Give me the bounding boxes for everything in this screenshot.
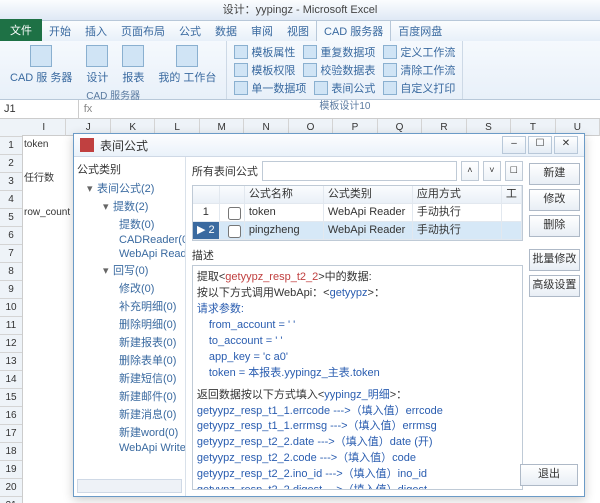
btn-check-data[interactable]: 校验数据表 — [300, 61, 378, 79]
row-checkbox[interactable] — [228, 207, 241, 220]
btn-def-workflow[interactable]: 定义工作流 — [380, 43, 458, 61]
tab-data[interactable]: 数据 — [208, 21, 244, 41]
window-title: 设计：yypingz - Microsoft Excel — [0, 0, 600, 21]
h-scrollbar[interactable] — [77, 479, 182, 493]
dialog-titlebar: 表间公式 – ☐ ✕ — [74, 134, 584, 157]
category-label: 公式类别 — [77, 161, 182, 177]
tab-file[interactable]: 文件 — [0, 19, 42, 41]
tree-node[interactable]: 新建邮件(0) — [77, 387, 182, 405]
tree-node[interactable]: WebApi Reader(2 — [77, 247, 182, 261]
grid-header: 公式名称 公式类别 应用方式 工作流 — [193, 186, 522, 204]
tree-node[interactable]: WebApi Writer(0) — [77, 441, 182, 455]
new-button[interactable]: 新建 — [529, 163, 580, 185]
group-label-tpl: 模板设计10 — [231, 97, 458, 112]
workspace-icon — [176, 45, 198, 67]
ribbon-tabs: 文件 开始 插入 页面布局 公式 数据 审阅 视图 CAD 服务器 百度网盘 — [0, 21, 600, 41]
report-icon — [122, 45, 144, 67]
tab-baidu[interactable]: 百度网盘 — [391, 21, 449, 41]
close-search-button[interactable]: ☐ — [505, 161, 523, 181]
delete-button[interactable]: 删除 — [529, 215, 580, 237]
table-row[interactable]: ▶ 2 pingzheng WebApi Reader 手动执行 — [193, 222, 522, 240]
formula-grid[interactable]: 公式名称 公式类别 应用方式 工作流 1 token WebApi Reader… — [192, 185, 523, 241]
dialog-title: 表间公式 — [100, 137, 148, 154]
design-icon — [86, 45, 108, 67]
tree-node[interactable]: CADReader(0) — [77, 233, 182, 247]
batch-edit-button[interactable]: 批量修改 — [529, 249, 580, 271]
table-row[interactable]: 1 token WebApi Reader 手动执行 — [193, 204, 522, 222]
description-box[interactable]: 提取<getyypz_resp_t2_2>中的数据: 按以下方式调用WebApi… — [192, 265, 523, 490]
tree-node[interactable]: 提数(0) — [77, 215, 182, 233]
btn-tpl-props[interactable]: 模板属性 — [231, 43, 298, 61]
row-headers: 1234567891011121314151617181920212223242… — [0, 119, 23, 503]
tab-insert[interactable]: 插入 — [78, 21, 114, 41]
minimize-button[interactable]: – — [502, 136, 526, 154]
btn-tpl-perms[interactable]: 模板权限 — [231, 61, 298, 79]
description-label: 描述 — [192, 247, 523, 263]
tab-review[interactable]: 审阅 — [244, 21, 280, 41]
category-pane: 公式类别 ▾表间公式(2)▾提数(2)提数(0)CADReader(0)WebA… — [74, 157, 186, 496]
tab-formula[interactable]: 公式 — [172, 21, 208, 41]
tab-cad-server[interactable]: CAD 服务器 — [316, 20, 391, 41]
scroll-up-button[interactable]: ˄ — [461, 161, 479, 181]
tree-node[interactable]: 修改(0) — [77, 279, 182, 297]
tree-node[interactable]: 删除明细(0) — [77, 315, 182, 333]
fx-icon[interactable]: fx — [79, 103, 97, 115]
category-tree[interactable]: ▾表间公式(2)▾提数(2)提数(0)CADReader(0)WebApi Re… — [77, 179, 182, 455]
tab-pagelayout[interactable]: 页面布局 — [114, 21, 172, 41]
all-formulas-label: 所有表间公式 — [192, 163, 258, 179]
tree-node[interactable]: 新建word(0) — [77, 423, 182, 441]
action-buttons: 新建 修改 删除 批量修改 高级设置 — [529, 157, 584, 496]
tree-node[interactable]: 补充明细(0) — [77, 297, 182, 315]
scroll-down-button[interactable]: ˅ — [483, 161, 501, 181]
name-box[interactable]: J1 — [0, 100, 79, 118]
btn-report[interactable]: 报表 — [116, 43, 150, 87]
btn-table-formula[interactable]: 表间公式 — [311, 79, 378, 97]
ribbon: CAD 服 务器 设计 报表 我的 工作台 CAD 服务器 模板属性 重复数据项… — [0, 41, 600, 100]
tree-node[interactable]: ▾提数(2) — [77, 197, 182, 215]
advanced-button[interactable]: 高级设置 — [529, 275, 580, 297]
btn-cad-server[interactable]: CAD 服 务器 — [4, 43, 78, 87]
tree-node[interactable]: 新建消息(0) — [77, 405, 182, 423]
tree-node[interactable]: 删除表单(0) — [77, 351, 182, 369]
tree-node[interactable]: 新建短信(0) — [77, 369, 182, 387]
search-input[interactable] — [262, 161, 457, 181]
tree-node[interactable]: ▾表间公式(2) — [77, 179, 182, 197]
btn-custom-print[interactable]: 自定义打印 — [380, 79, 458, 97]
cell-I3[interactable]: 任行数 — [22, 170, 72, 187]
btn-clear-workflow[interactable]: 清除工作流 — [380, 61, 458, 79]
formula-dialog: 表间公式 – ☐ ✕ 公式类别 ▾表间公式(2)▾提数(2)提数(0)CADRe… — [73, 133, 585, 497]
cell-I1[interactable]: token — [22, 136, 72, 153]
tab-view[interactable]: 视图 — [280, 21, 316, 41]
tree-node[interactable]: ▾回写(0) — [77, 261, 182, 279]
server-icon — [30, 45, 52, 67]
dialog-icon — [80, 138, 94, 152]
btn-workspace[interactable]: 我的 工作台 — [152, 43, 222, 87]
btn-design[interactable]: 设计 — [80, 43, 114, 87]
edit-button[interactable]: 修改 — [529, 189, 580, 211]
close-button[interactable]: ✕ — [554, 136, 578, 154]
exit-button[interactable]: 退出 — [520, 464, 578, 486]
tab-home[interactable]: 开始 — [42, 21, 78, 41]
maximize-button[interactable]: ☐ — [528, 136, 552, 154]
row-checkbox[interactable] — [228, 225, 241, 238]
btn-single-data[interactable]: 单一数据项 — [231, 79, 309, 97]
tree-node[interactable]: 新建报表(0) — [77, 333, 182, 351]
btn-repeat-data[interactable]: 重复数据项 — [300, 43, 378, 61]
